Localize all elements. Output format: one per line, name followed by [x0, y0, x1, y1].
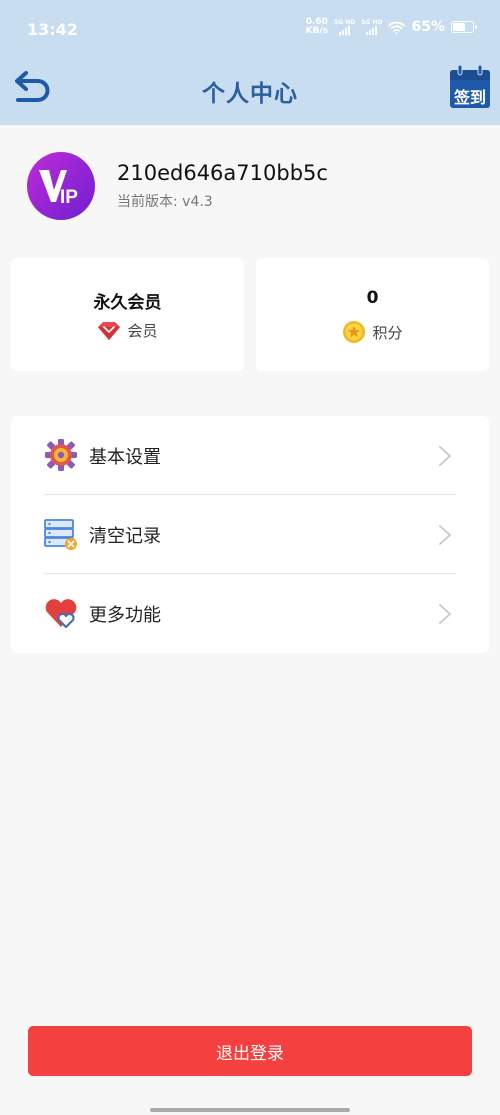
menu-item-label: 更多功能 [89, 605, 161, 626]
wifi-icon [388, 21, 406, 34]
network-speed: 0.60 KB/s [305, 17, 329, 36]
gear-icon [45, 439, 77, 471]
username: 210ed646a710bb5c [117, 161, 328, 185]
settings-menu: 基本设置 清空记录 更多功能 [11, 416, 489, 653]
menu-item-basic-settings[interactable]: 基本设置 [44, 416, 456, 495]
signin-button[interactable]: 签到 [448, 64, 492, 110]
home-indicator[interactable] [150, 1108, 350, 1112]
star-coin-icon [343, 321, 366, 343]
server-clear-icon [44, 519, 77, 550]
chevron-right-icon [439, 446, 451, 466]
logout-button[interactable]: 退出登录 [28, 1026, 472, 1076]
profile-section: IP 210ed646a710bb5c 当前版本: v4.3 [27, 152, 477, 220]
menu-item-label: 清空记录 [89, 526, 161, 547]
status-icons: 0.60 KB/s 5G HD 5G HD 65% [305, 17, 477, 36]
membership-card[interactable]: 永久会员 会员 [11, 258, 244, 371]
menu-item-more-features[interactable]: 更多功能 [44, 574, 456, 653]
heart-icon [45, 599, 77, 629]
page-title: 个人中心 [202, 81, 298, 107]
battery-icon [451, 21, 477, 33]
app-version: 当前版本: v4.3 [117, 194, 213, 210]
chevron-right-icon [439, 525, 451, 545]
app-header: 个人中心 签到 [0, 58, 500, 125]
ruby-gem-icon [98, 321, 121, 340]
signal-1-icon: 5G HD [334, 19, 355, 35]
status-bar: 13:42 0.60 KB/s 5G HD 5G HD 65% [0, 0, 500, 58]
points-card[interactable]: 0 积分 [256, 258, 489, 371]
signal-2-icon: 5G HD [361, 19, 382, 35]
vip-avatar-icon: IP [27, 152, 95, 220]
battery-percent: 65% [411, 19, 445, 35]
menu-item-label: 基本设置 [89, 447, 161, 468]
status-time: 13:42 [27, 20, 78, 39]
membership-label: 会员 [127, 322, 158, 340]
menu-item-clear-records[interactable]: 清空记录 [44, 495, 456, 574]
points-label: 积分 [372, 323, 403, 342]
points-value: 0 [366, 288, 379, 308]
svg-text:IP: IP [60, 187, 78, 208]
signin-label: 签到 [453, 88, 486, 107]
membership-value: 永久会员 [93, 293, 162, 313]
chevron-right-icon [439, 604, 451, 624]
